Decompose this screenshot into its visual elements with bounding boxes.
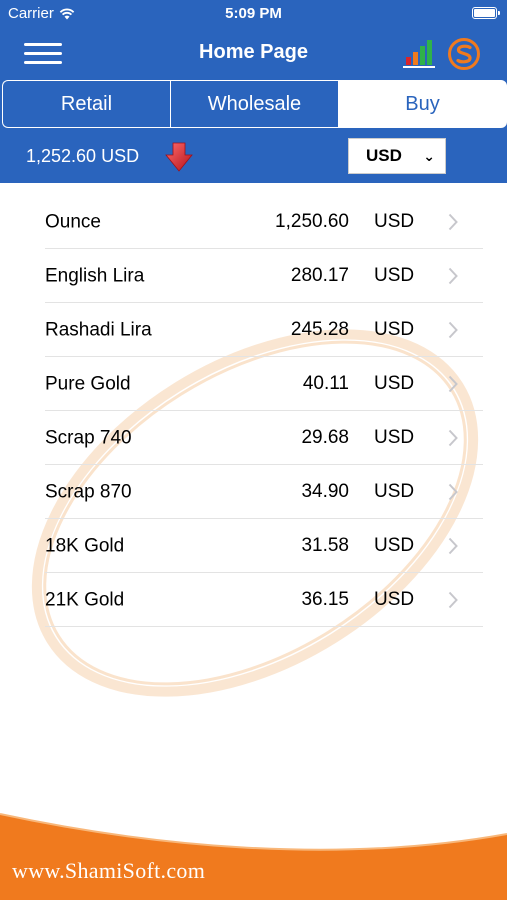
item-value: 29.68	[301, 426, 349, 448]
item-currency: USD	[374, 588, 415, 610]
status-time: 5:09 PM	[225, 5, 282, 22]
item-currency: USD	[374, 372, 415, 394]
item-value: 34.90	[301, 480, 349, 502]
item-currency: USD	[374, 318, 415, 340]
price-bar: 1,252.60 USD USD ⌄	[0, 130, 507, 183]
item-currency: USD	[374, 534, 415, 556]
item-value: 245.28	[290, 318, 349, 340]
footer-wave	[0, 813, 507, 900]
chevron-right-icon	[448, 267, 458, 284]
chevron-right-icon	[448, 483, 458, 500]
chevron-right-icon	[448, 213, 458, 230]
list-item[interactable]: English Lira 280.17 USD	[45, 249, 483, 303]
battery-icon	[472, 7, 500, 19]
chevron-right-icon	[448, 321, 458, 338]
item-value: 280.17	[290, 264, 349, 286]
status-bar: Carrier 5:09 PM	[0, 0, 507, 28]
list-item[interactable]: 18K Gold 31.58 USD	[45, 519, 483, 573]
item-value: 36.15	[301, 588, 349, 610]
item-name: Scrap 740	[45, 427, 132, 448]
nav-bar: Home Page	[0, 28, 507, 78]
list-item[interactable]: 21K Gold 36.15 USD	[45, 573, 483, 627]
menu-button[interactable]	[24, 41, 64, 65]
footer-website[interactable]: www.ShamiSoft.com	[12, 858, 205, 884]
current-price: 1,252.60 USD	[26, 146, 140, 166]
item-currency: USD	[374, 426, 415, 448]
segment-tabs: Retail Wholesale Buy	[2, 80, 507, 128]
item-name: Ounce	[45, 211, 101, 232]
item-name: 18K Gold	[45, 535, 125, 556]
item-name: Pure Gold	[45, 373, 131, 394]
list-item[interactable]: Scrap 740 29.68 USD	[45, 411, 483, 465]
tab-wholesale[interactable]: Wholesale	[170, 80, 338, 128]
list-item[interactable]: Rashadi Lira 245.28 USD	[45, 303, 483, 357]
price-list: Ounce 1,250.60 USD English Lira 280.17 U…	[45, 195, 483, 627]
menu-icon	[24, 43, 62, 46]
item-currency: USD	[374, 210, 415, 232]
chevron-right-icon	[448, 375, 458, 392]
list-item[interactable]: Pure Gold 40.11 USD	[45, 357, 483, 411]
chevron-right-icon	[448, 429, 458, 446]
item-name: English Lira	[45, 265, 145, 286]
tab-buy[interactable]: Buy	[338, 80, 507, 128]
currency-select-value: USD	[366, 146, 402, 165]
item-name: 21K Gold	[45, 589, 125, 610]
chart-icon[interactable]	[402, 36, 436, 70]
currency-select[interactable]: USD ⌄	[348, 138, 446, 174]
shamisoft-logo-icon[interactable]	[446, 36, 482, 72]
item-currency: USD	[374, 264, 415, 286]
chevron-right-icon	[448, 591, 458, 608]
down-arrow-icon	[165, 142, 193, 172]
list-item[interactable]: Ounce 1,250.60 USD	[45, 195, 483, 249]
tab-retail[interactable]: Retail	[2, 80, 170, 128]
list-item[interactable]: Scrap 870 34.90 USD	[45, 465, 483, 519]
item-name: Rashadi Lira	[45, 319, 152, 340]
item-value: 1,250.60	[275, 210, 349, 232]
chevron-right-icon	[448, 537, 458, 554]
item-currency: USD	[374, 480, 415, 502]
item-value: 31.58	[301, 534, 349, 556]
header: Carrier 5:09 PM Home Page Retail Wholesa…	[0, 0, 507, 183]
item-name: Scrap 870	[45, 481, 132, 502]
item-value: 40.11	[302, 372, 349, 394]
chevron-down-icon: ⌄	[423, 148, 435, 164]
